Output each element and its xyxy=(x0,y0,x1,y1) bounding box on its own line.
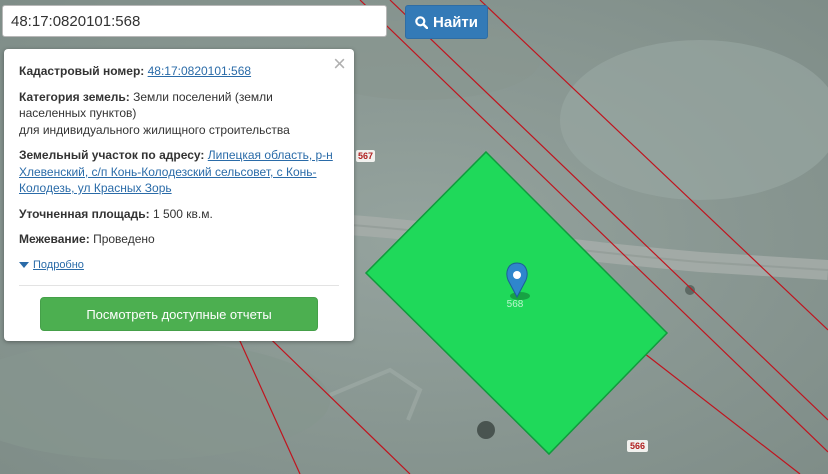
cadastral-number-label: Кадастровый номер: xyxy=(19,64,145,78)
terrain-patch xyxy=(560,40,828,200)
address-link-part-1: Липецкая область, р-н xyxy=(207,148,333,162)
parcel-info-popup: × Кадастровый номер: 48:17:0820101:568 К… xyxy=(4,49,354,341)
cadastral-number-link[interactable]: 48:17:0820101:568 xyxy=(148,64,251,78)
caret-down-icon xyxy=(19,261,29,268)
land-category-row: Категория земель: Земли поселений (земли… xyxy=(19,89,339,139)
details-toggle[interactable]: Подробно xyxy=(19,257,339,274)
search-button-label: Найти xyxy=(433,13,478,31)
search-icon xyxy=(415,15,429,29)
close-icon[interactable]: × xyxy=(333,53,346,75)
area-value: 1 500 кв.м. xyxy=(152,206,213,221)
area-row: Уточненная площадь: 1 500 кв.м. xyxy=(19,206,339,223)
view-reports-button[interactable]: Посмотреть доступные отчеты xyxy=(40,297,318,331)
address-link-part-3: Колодезь, ул Красных Зорь xyxy=(19,181,172,195)
marker-label: 568 xyxy=(507,299,524,310)
land-category-value-2: населенных пунктов) xyxy=(19,106,137,120)
survey-label: Межевание: xyxy=(19,232,90,246)
divider xyxy=(19,285,339,286)
land-category-value-1: Земли поселений (земли xyxy=(133,89,273,104)
shrub xyxy=(477,421,495,439)
search-button[interactable]: Найти xyxy=(405,5,488,39)
land-category-value-3: для индивидуального жилищного строительс… xyxy=(19,122,290,137)
survey-value: Проведено xyxy=(93,232,155,246)
land-category-label: Категория земель: xyxy=(19,89,130,104)
shrub xyxy=(685,285,695,295)
address-row: Земельный участок по адресу: Липецкая об… xyxy=(19,147,339,197)
survey-row: Межевание: Проведено xyxy=(19,231,339,248)
address-label: Земельный участок по адресу: xyxy=(19,148,205,162)
parcel-label-566: 566 xyxy=(627,440,649,452)
cadastral-number-row: Кадастровый номер: 48:17:0820101:568 xyxy=(19,63,339,80)
details-link-label: Подробно xyxy=(33,258,84,271)
search-input[interactable]: 48:17:0820101:568 xyxy=(2,5,387,37)
address-link-part-2: Хлевенский, с/п Конь-Колодезский сельсов… xyxy=(19,164,317,179)
parcel-label-567: 567 xyxy=(356,150,376,162)
marker-pin-dot xyxy=(513,271,521,279)
area-label: Уточненная площадь: xyxy=(19,206,150,221)
